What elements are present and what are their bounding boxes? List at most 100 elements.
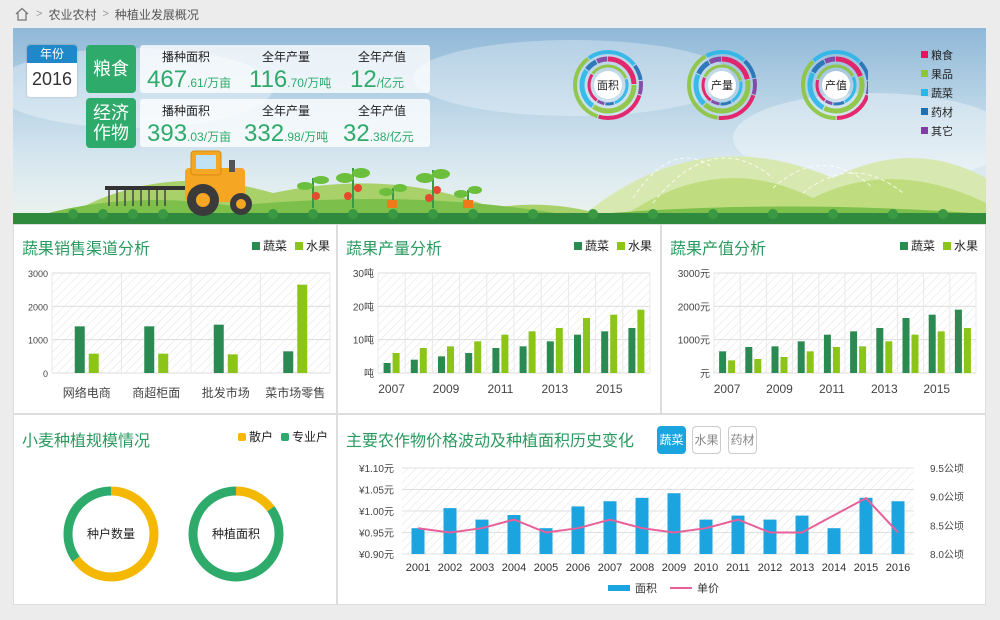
cash-crop-stats: 播种面积 393.03/万亩 全年产量 332.98/万吨 全年产值 32.38… [140,99,430,147]
tab-herbs[interactable]: 药材 [728,426,757,454]
left-tick-label: ¥0.95元 [358,529,394,540]
bar-vegetable [465,353,473,373]
bar-fruit [637,309,645,373]
tab-fruit[interactable]: 水果 [692,426,721,454]
bar-vegetable [745,347,753,373]
ring-label: 产值 [825,78,847,92]
bar-vegetable [628,328,636,373]
year-value: 2016 [31,69,73,89]
stat-unit: /万吨 [303,76,332,90]
y-tick-label: 3000 [28,269,48,279]
stat-annual-value: 全年产值 12/亿元 [336,45,428,94]
stat-dec: .98 [284,130,301,144]
legend-label[interactable]: 水果 [628,237,652,254]
legend-swatch [238,432,246,441]
legend-swatch [295,241,304,250]
stat-annual-output: 全年产量 332.98/万吨 [240,99,332,148]
legend-item[interactable]: 药材 [921,102,953,121]
bar-area [699,519,713,554]
chart-legend: 蔬菜 水果 [244,237,330,254]
bar-vegetable [601,331,609,373]
bar-fruit [806,351,814,373]
donut-label: 种植面积 [212,526,260,541]
wheat-donut-chart: 种户数量 种植面积 [63,486,284,582]
x-tick-label: 2016 [886,562,910,574]
bar-fruit [963,328,971,373]
legend-swatch [574,241,582,250]
bar-fruit [501,334,509,373]
bar-vegetable [719,351,727,373]
stat-sown-area: 播种面积 467.61/万亩 [140,45,232,94]
y-tick-label: 元 [700,369,710,380]
legend-label[interactable]: 蔬菜 [585,237,609,254]
legend-label[interactable]: 蔬菜 [911,237,935,254]
chevron-right-icon: > [102,8,109,20]
x-tick-label: 2008 [630,562,654,574]
panel-title: 蔬果产值分析 [670,241,767,258]
x-tick-label: 2007 [598,562,622,574]
stat-int: 12 [350,66,377,93]
legend-label[interactable]: 水果 [954,237,978,254]
x-tick-label: 2011 [726,562,750,574]
x-tick-label: 网络电商 [63,385,111,400]
breadcrumb-item[interactable]: 农业农村 [48,6,96,23]
value-panel: 蔬果产值分析 蔬菜 水果 元 1000元 2000元 3000元 2007 2009 201… [661,224,986,414]
y-tick-label: 吨 [364,367,374,380]
tab-vegetables[interactable]: 蔬菜 [657,426,686,454]
x-tick-label: 商超柜面 [132,385,180,400]
x-tick-label: 2015 [923,382,950,396]
stat-int: 332 [244,120,285,147]
legend-label[interactable]: 蔬菜 [263,237,287,254]
stat-title: 全年产量 [261,50,310,64]
stat-title: 全年产量 [261,104,310,118]
stat-int: 467 [147,66,188,93]
left-tick-label: ¥1.10元 [358,464,394,475]
x-tick-label: 菜市场零售 [265,385,325,400]
stat-unit: /万亩 [203,76,232,90]
left-tick-label: ¥1.00元 [358,507,394,518]
y-tick-label: 20吨 [353,300,374,313]
home-icon[interactable] [14,6,30,22]
stat-sown-area: 播种面积 393.03/万亩 [140,99,232,148]
bar-fruit [832,347,840,373]
legend-swatch [617,241,626,250]
legend-label[interactable]: 专业户 [292,428,328,445]
x-tick-label: 2003 [470,562,494,574]
bar-fruit [555,328,563,373]
x-tick-label: 2012 [758,562,782,574]
bar-vegetable [546,341,554,373]
legend-item[interactable]: 蔬菜 [921,83,953,102]
y-tick-label: 1000元 [678,336,710,347]
ring-label: 面积 [597,79,619,92]
breadcrumb-current: 种植业发展概况 [114,7,199,22]
legend-label: 蔬菜 [931,87,953,100]
x-tick-label: 2011 [487,382,513,396]
panel-title: 主要农作物价格波动及种植面积历史变化 [346,433,635,450]
share-rings: 面积 产量 产值 [573,50,868,120]
bar-vegetable [410,359,418,373]
bar-vegetable [492,348,500,373]
legend-label[interactable]: 散户 [249,428,273,445]
legend-item[interactable]: 果品 [921,64,953,83]
legend-label: 其它 [931,125,953,138]
bar-area [763,519,777,554]
chart-legend: 散户 专业户 [230,428,328,445]
x-tick-label: 2007 [714,382,741,396]
output-panel: 蔬果产量分析 蔬菜 水果 吨 10吨 20吨 30吨 2007 2009 2011 2013 2… [337,224,661,414]
stat-title: 全年产值 [357,50,406,64]
year-selector[interactable]: 年份 2016 [27,45,77,97]
bar-vegetable [823,334,831,373]
bar-vegetable [213,324,224,373]
bar-fruit [937,331,945,373]
x-tick-label: 2009 [433,382,460,396]
x-tick-label: 2011 [819,382,845,396]
x-tick-label: 2004 [502,562,526,574]
bar-fruit [754,359,762,373]
legend-item[interactable]: 其它 [921,121,953,140]
cash-crop-label: 经济作物 [86,98,136,148]
legend-item[interactable]: 粮食 [921,45,953,64]
x-tick-label: 2013 [790,562,814,574]
legend-label[interactable]: 水果 [306,237,330,254]
legend-swatch [921,70,928,77]
x-tick-label: 2006 [566,562,590,574]
